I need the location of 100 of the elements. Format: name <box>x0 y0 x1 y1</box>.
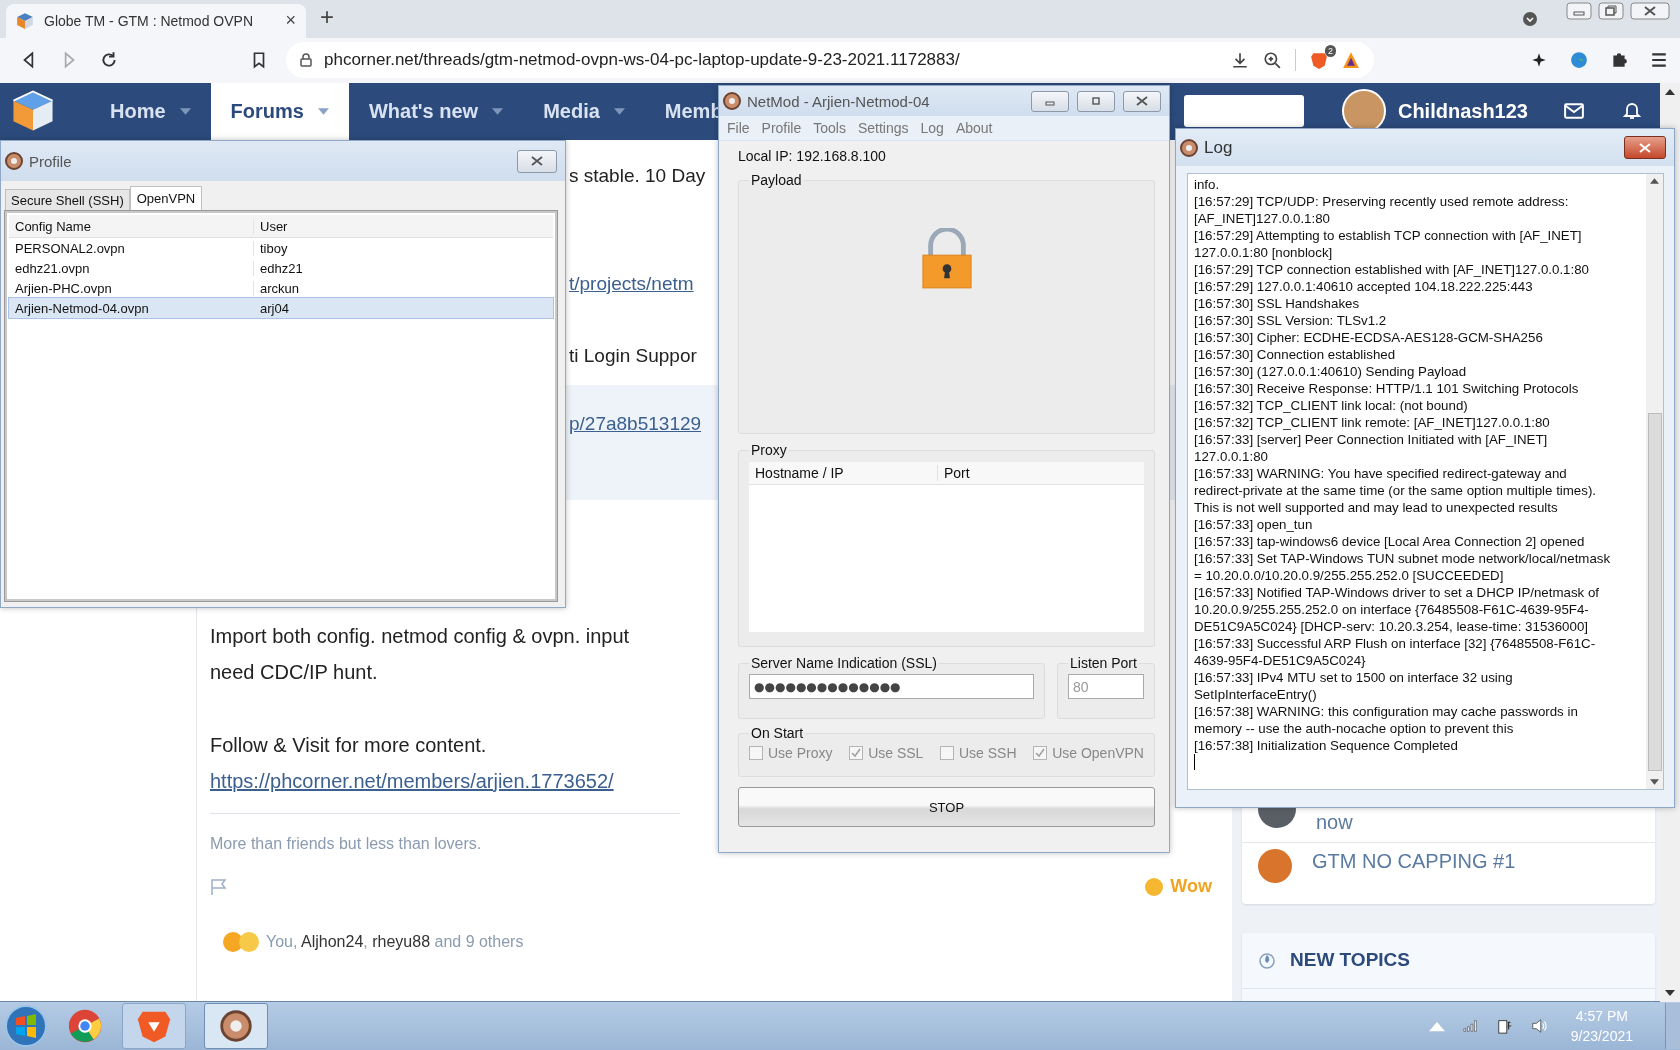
speaker-icon[interactable] <box>1530 1018 1547 1034</box>
log-line: [16:57:30] Receive Response: HTTP/1.1 101 Switching Protocols <box>1194 380 1580 397</box>
post-link[interactable]: t/projects/netm <box>569 272 694 294</box>
envelope-icon[interactable] <box>1564 102 1584 121</box>
table-cell-text: tiboy <box>259 240 288 256</box>
arrow-down-icon[interactable] <box>1650 779 1659 785</box>
column-header[interactable]: User <box>254 218 288 234</box>
menu-item[interactable]: Tools <box>813 120 846 136</box>
minimize-icon[interactable] <box>1566 2 1592 20</box>
address-bar[interactable]: phcorner.net/threads/gtm-netmod-ovpn-ws-04-pc-laptop-update-9-23-2021.1172883/ 2 <box>286 42 1374 79</box>
thread-link[interactable]: GTM NO CAPPING #1 <box>1312 848 1516 873</box>
group-label: On Start <box>750 725 805 741</box>
scroll-thumb[interactable] <box>1647 413 1662 771</box>
globe-icon[interactable] <box>1570 51 1588 70</box>
column-header[interactable]: Config Name <box>9 218 254 234</box>
signature-text: More than friends but less than lovers. <box>210 833 483 854</box>
nav-tab[interactable]: What's new <box>348 82 524 140</box>
menu-item[interactable]: Log <box>920 120 944 136</box>
post-text: Follow & Visit for more content. <box>210 732 487 758</box>
lock-icon <box>300 53 312 68</box>
log-line: [16:57:33] Set TAP-Windows TUN subnet mode network/local/netmask = 10.20.0.0/10.20.0.9/255.255.252.0 [SUCCEEDED] <box>1194 550 1612 584</box>
flame-icon <box>1258 951 1276 970</box>
post-text: s stable. 10 Day <box>569 164 706 186</box>
nav-tab[interactable]: Home <box>90 82 211 140</box>
log-line: [16:57:33] tap-windows6 device [Local Area Connection 2] opened <box>1194 533 1586 550</box>
emoji-icon <box>1144 876 1165 897</box>
profile-icon[interactable] <box>1522 11 1538 27</box>
caret-icon[interactable] <box>492 107 504 115</box>
menu-item[interactable]: About <box>955 120 993 136</box>
close-button[interactable] <box>1624 136 1666 159</box>
tab[interactable]: OpenVPN <box>129 186 203 211</box>
caret-icon[interactable] <box>317 107 329 115</box>
checkbox[interactable] <box>940 746 954 760</box>
post-link[interactable]: p/27a8b513129 <box>569 412 702 434</box>
username-link[interactable]: Childnash123 <box>1397 99 1528 123</box>
log-line: [16:57:32] TCP_CLIENT link local: (not bound) <box>1194 397 1469 414</box>
table-cell: Arjien-PHC.ovpn <box>9 280 254 296</box>
close-button[interactable] <box>1123 90 1161 112</box>
caret-icon[interactable] <box>179 107 191 115</box>
download-icon[interactable] <box>1231 51 1249 70</box>
chrome-icon[interactable] <box>66 1007 104 1045</box>
arrow-down-icon[interactable] <box>1665 990 1675 996</box>
puzzle-icon[interactable] <box>1610 51 1628 70</box>
log-line: [16:57:38] WARNING: this configuration may cache passwords in memory -- use the auth-nocache option to prevent this <box>1194 703 1579 737</box>
minimize-button[interactable] <box>1031 90 1069 112</box>
triangle-icon[interactable] <box>1342 51 1360 70</box>
log-line: [16:57:29] Attempting to establish TCP connection with [AF_INET] 127.0.0.1:80 [nonblock] <box>1194 227 1583 261</box>
close-icon[interactable] <box>1630 2 1670 20</box>
nav-tab[interactable]: Media <box>523 82 645 140</box>
browser-tab[interactable]: Globe TM - GTM : Netmod OVPN × <box>6 3 306 38</box>
zoom-icon[interactable] <box>1263 51 1281 70</box>
caret-icon[interactable] <box>613 107 625 115</box>
table-cell-text: edhz21 <box>259 260 303 276</box>
table-cell-text: arckun <box>259 280 300 296</box>
battery-icon[interactable] <box>1496 1018 1513 1034</box>
reload-icon[interactable] <box>100 51 118 70</box>
app-icon <box>5 152 23 170</box>
column-header[interactable]: Port <box>938 465 970 481</box>
maximize-button[interactable] <box>1077 90 1115 112</box>
table-row[interactable]: Arjien-Netmod-04.ovpn arj04 <box>9 298 553 318</box>
close-tab-button[interactable]: × <box>285 10 296 32</box>
user-link[interactable]: Aljhon24 <box>301 932 364 950</box>
new-tab-button[interactable]: + <box>320 3 334 31</box>
post-text: need CDC/IP hunt. <box>210 659 378 685</box>
log-line: [16:57:30] Connection established <box>1194 346 1397 363</box>
member-link[interactable]: https://phcorner.net/members/arjien.1773652/ <box>210 769 614 792</box>
sni-field[interactable]: ●●●●●●●●●●●●●● <box>749 674 1034 699</box>
avatar <box>1258 848 1292 883</box>
close-button[interactable] <box>517 149 557 173</box>
arrow-up-icon[interactable] <box>1665 89 1675 95</box>
arrow-up-icon[interactable] <box>1650 178 1659 184</box>
table-row[interactable]: edhz21.ovpn edhz21 <box>9 258 553 278</box>
log-line: [16:57:33] WARNING: You have specified redirect-gateway and redirect-private at the same time (or the same option multiple times). This is not well supported and may lead to unexpected results <box>1194 465 1598 516</box>
restore-icon[interactable] <box>1598 2 1624 20</box>
menu-icon[interactable] <box>1650 51 1668 70</box>
scrollbar[interactable] <box>1646 174 1663 789</box>
table-row[interactable]: PERSONAL2.ovpn tiboy <box>9 238 553 258</box>
nav-tab[interactable]: Forums <box>210 82 349 140</box>
column-header[interactable]: Hostname / IP <box>749 465 938 481</box>
menu-item[interactable]: Profile <box>761 120 802 136</box>
log-line: [16:57:29] TCP connection established with [AF_INET]127.0.0.1:80 <box>1194 261 1590 278</box>
search-field[interactable] <box>1183 95 1304 128</box>
log-line: [16:57:33] Successful ARP Flush on interface [32] {76485508-F61C-4639-95F4-DE51C9A5C024} <box>1194 635 1597 669</box>
thread-link[interactable]: now <box>1316 809 1353 834</box>
menu-item[interactable]: Settings <box>857 120 909 136</box>
reactions-text: You, Aljhon24, rheyu88 and 9 others <box>266 932 524 951</box>
checkbox[interactable] <box>749 746 763 760</box>
bell-icon[interactable] <box>1622 102 1642 121</box>
table-row[interactable]: Arjien-PHC.ovpn arckun <box>9 278 553 298</box>
tab[interactable]: Secure Shell (SSH) <box>5 189 130 211</box>
checkbox[interactable] <box>849 746 864 760</box>
taskbar-button[interactable] <box>204 1003 268 1049</box>
stop-button[interactable]: STOP <box>738 787 1155 827</box>
post-text: ti Login Suppor <box>569 344 697 366</box>
signal-icon[interactable] <box>1462 1018 1479 1034</box>
user-link[interactable]: rheyu88 <box>372 932 431 950</box>
menu-item[interactable]: File <box>727 120 750 136</box>
cube-icon <box>16 11 34 30</box>
start-button[interactable] <box>4 1004 48 1048</box>
checkbox[interactable] <box>1033 746 1048 760</box>
